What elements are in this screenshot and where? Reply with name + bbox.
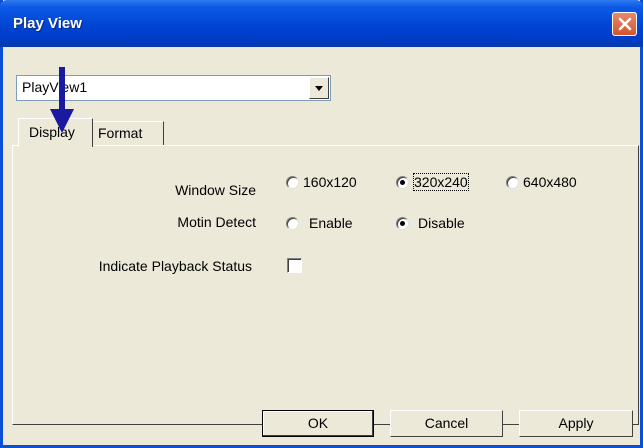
window-title: Play View	[13, 15, 82, 32]
tab-format-label: Format	[98, 125, 143, 141]
radio-disable[interactable]	[396, 217, 409, 230]
ok-button[interactable]: OK	[262, 410, 374, 437]
radio-enable[interactable]	[286, 217, 299, 230]
title-bar[interactable]: Play View	[0, 0, 643, 47]
cancel-button[interactable]: Cancel	[390, 410, 503, 437]
radio-160x120[interactable]	[286, 176, 299, 189]
motion-detect-label: Motin Detect	[177, 214, 256, 230]
close-button[interactable]	[612, 12, 637, 36]
playback-status-label: Indicate Playback Status	[98, 258, 252, 274]
radio-320x240[interactable]	[396, 176, 409, 189]
window-size-label: Window Size	[175, 182, 256, 198]
close-icon	[618, 17, 632, 31]
playback-status-checkbox[interactable]	[287, 258, 302, 273]
option-320x240-label: 320x240	[413, 173, 469, 191]
apply-button[interactable]: Apply	[519, 410, 633, 437]
chevron-down-icon	[315, 86, 323, 91]
option-disable-label: Disable	[418, 215, 465, 231]
tab-format[interactable]: Format	[91, 121, 164, 145]
annotation-arrow-icon	[50, 67, 74, 133]
option-160x120-label: 160x120	[303, 174, 357, 190]
radio-640x480[interactable]	[506, 176, 519, 189]
option-enable-label: Enable	[309, 215, 353, 231]
dropdown-button[interactable]	[309, 77, 329, 99]
option-640x480-label: 640x480	[523, 174, 577, 190]
